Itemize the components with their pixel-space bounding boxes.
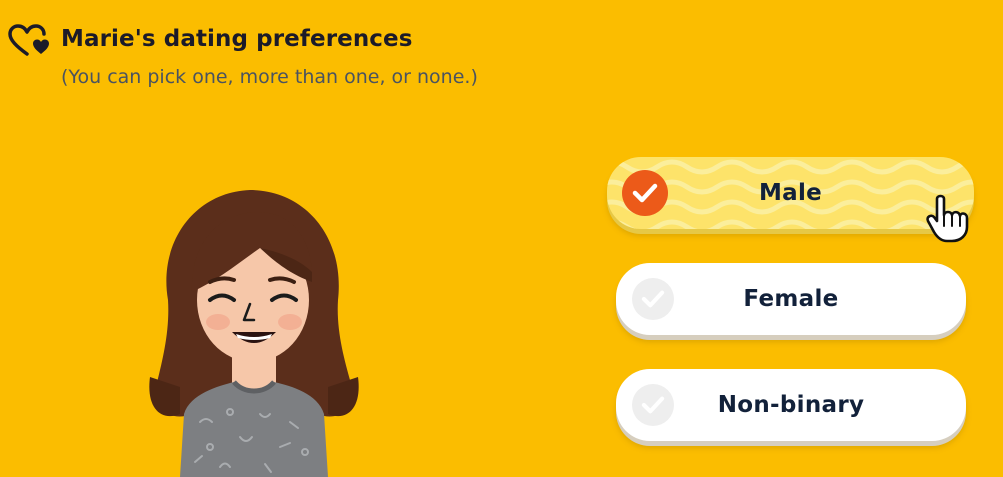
hand-pointer-icon	[926, 194, 969, 243]
option-male[interactable]: Male	[607, 157, 974, 229]
option-label: Male	[758, 180, 823, 206]
heart-icon	[8, 24, 49, 56]
option-non-binary[interactable]: Non-binary	[616, 369, 966, 441]
page-subtitle: (You can pick one, more than one, or non…	[61, 66, 478, 88]
option-label: Female	[743, 286, 839, 312]
option-label: Non-binary	[717, 392, 865, 418]
page-title: Marie's dating preferences	[61, 26, 413, 52]
option-female[interactable]: Female	[616, 263, 966, 335]
avatar	[149, 190, 359, 477]
